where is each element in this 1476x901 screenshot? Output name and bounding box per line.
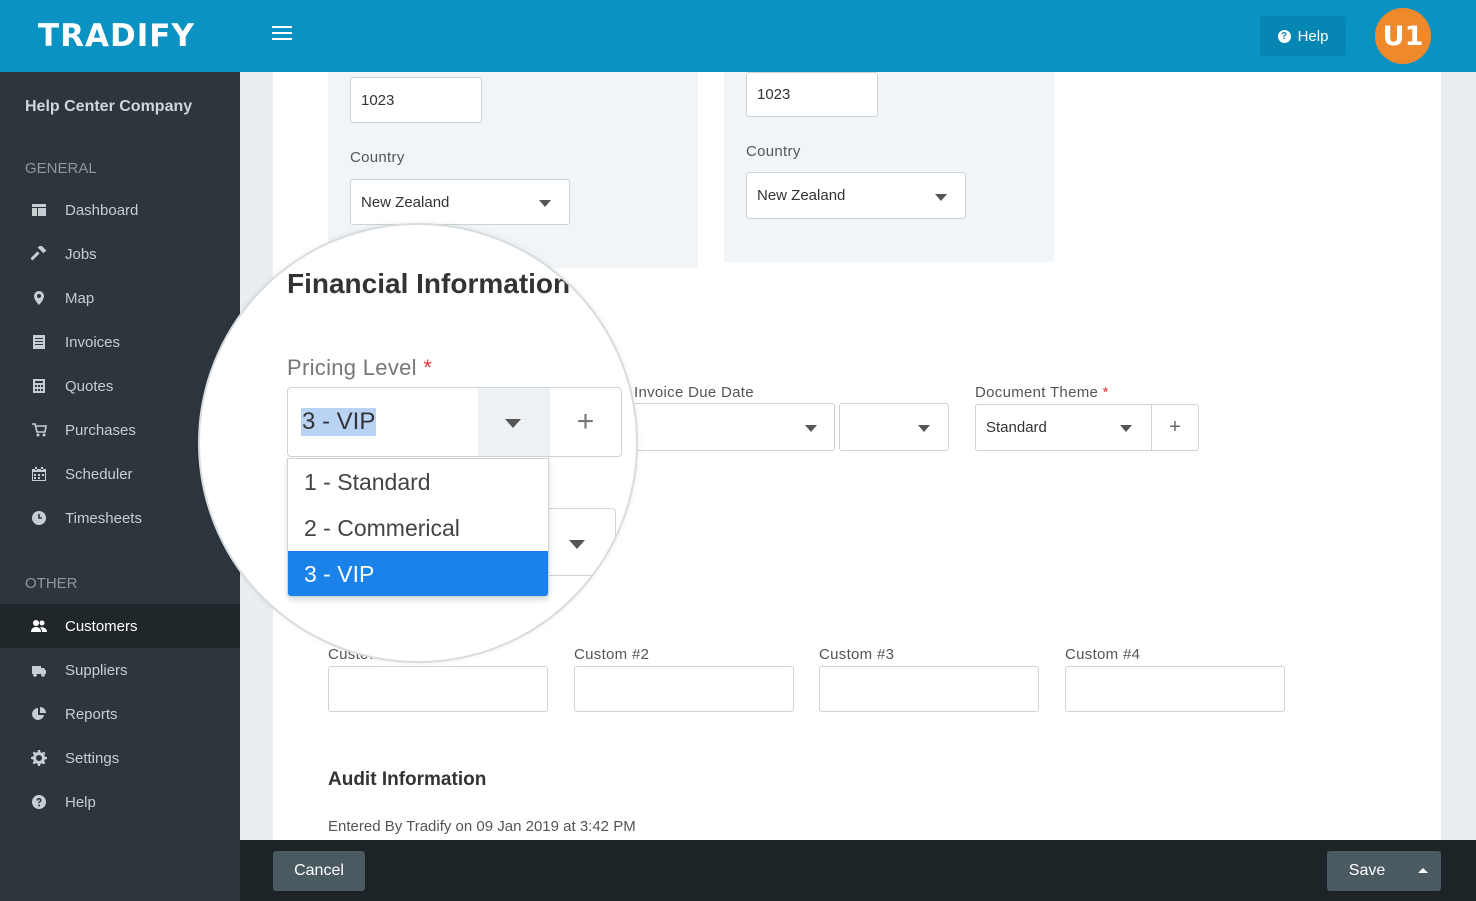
sidebar-item-label: Quotes	[65, 377, 114, 395]
bottom-action-bar: Cancel Save	[240, 840, 1476, 901]
custom-3-label: Custom #3	[819, 646, 895, 663]
top-bar: TRADIFY ? Help U1	[0, 0, 1476, 72]
clock-icon	[31, 510, 47, 526]
section-label-other: OTHER	[25, 575, 78, 592]
question-icon	[31, 794, 47, 810]
calculator-icon	[31, 378, 47, 394]
magnifier-callout: Financial Information Pricing Level * 3 …	[198, 223, 638, 663]
country-label-right: Country	[746, 143, 801, 160]
sidebar-item-label: Settings	[65, 749, 120, 767]
sidebar-item-label: Timesheets	[65, 509, 142, 527]
pricing-level-toggle[interactable]	[478, 388, 550, 456]
sidebar-item-label: Purchases	[65, 421, 136, 439]
invoice-due-date-label: Invoice Due Date	[634, 384, 754, 401]
chevron-down-icon	[935, 194, 947, 201]
sidebar-item-label: Scheduler	[65, 465, 133, 483]
document-theme-value: Standard	[986, 419, 1047, 436]
truck-icon	[31, 662, 47, 678]
pricing-option-standard[interactable]: 1 - Standard	[288, 459, 548, 505]
add-document-theme-button[interactable]: +	[1152, 404, 1199, 451]
pricing-option-vip[interactable]: 3 - VIP	[288, 551, 548, 596]
pricing-level-value: 3 - VIP	[301, 408, 377, 436]
user-avatar[interactable]: U1	[1375, 8, 1431, 64]
users-icon	[31, 618, 47, 634]
chevron-down-icon	[805, 425, 817, 432]
app-logo[interactable]: TRADIFY	[38, 18, 195, 54]
custom-3-input[interactable]	[819, 666, 1039, 712]
menu-toggle-icon[interactable]	[272, 26, 292, 42]
financial-heading: Financial Information	[287, 268, 571, 299]
document-theme-label: Document Theme *	[975, 384, 1109, 401]
custom-4-input[interactable]	[1065, 666, 1285, 712]
invoice-due-date-select[interactable]	[628, 403, 835, 451]
audit-entered-by: Entered By Tradify on 09 Jan 2019 at 3:4…	[328, 818, 636, 835]
chevron-down-icon	[505, 419, 521, 428]
pie-chart-icon	[31, 706, 47, 722]
select-fragment[interactable]	[542, 508, 616, 576]
postcode-input-right[interactable]: 1023	[746, 72, 878, 117]
section-label-general: GENERAL	[25, 160, 97, 177]
postcode-input-left[interactable]: 1023	[350, 77, 482, 123]
chevron-down-icon	[1120, 425, 1132, 432]
invoice-due-unit-select[interactable]	[839, 403, 949, 451]
chevron-down-icon	[569, 540, 585, 549]
sidebar-item-label: Jobs	[65, 245, 97, 263]
save-button[interactable]: Save	[1327, 851, 1407, 891]
sidebar-item-label: Map	[65, 289, 95, 307]
sidebar-item-label: Customers	[65, 617, 138, 635]
question-icon: ?	[1277, 29, 1291, 43]
country-label-left: Country	[350, 149, 405, 166]
invoice-icon	[31, 334, 47, 350]
document-theme-select[interactable]: Standard	[975, 404, 1152, 451]
map-pin-icon	[31, 290, 47, 306]
audit-heading: Audit Information	[328, 769, 487, 790]
custom-2-input[interactable]	[574, 666, 794, 712]
cancel-button[interactable]: Cancel	[273, 851, 365, 891]
pricing-level-dropdown: 1 - Standard 2 - Commerical 3 - VIP	[287, 458, 549, 597]
dashboard-icon	[31, 202, 47, 218]
pricing-option-commercial[interactable]: 2 - Commerical	[288, 505, 548, 551]
pricing-level-label: Pricing Level *	[287, 355, 433, 380]
pricing-level-select[interactable]: 3 - VIP	[287, 387, 550, 457]
custom-4-label: Custom #4	[1065, 646, 1141, 663]
sidebar-item-label: Invoices	[65, 333, 121, 351]
help-button[interactable]: ? Help	[1260, 16, 1346, 56]
add-pricing-level-button[interactable]: +	[550, 387, 622, 457]
sidebar-item-reports[interactable]: Reports	[0, 692, 240, 736]
chevron-up-icon	[1418, 868, 1428, 873]
gear-icon	[31, 750, 47, 766]
company-name: Help Center Company	[25, 98, 193, 115]
sidebar-item-help[interactable]: Help	[0, 780, 240, 824]
save-options-button[interactable]	[1407, 851, 1441, 891]
sidebar-item-label: Help	[65, 793, 96, 811]
sidebar-item-label: Reports	[65, 705, 118, 723]
country-value-left: New Zealand	[361, 193, 450, 211]
calendar-icon	[31, 466, 47, 482]
sidebar-item-label: Dashboard	[65, 201, 139, 219]
help-button-label: Help	[1297, 27, 1329, 45]
custom-1-input[interactable]	[328, 666, 548, 712]
country-select-right[interactable]: New Zealand	[746, 172, 966, 219]
country-select-left[interactable]: New Zealand	[350, 179, 570, 225]
chevron-down-icon	[918, 425, 930, 432]
chevron-down-icon	[539, 200, 551, 207]
sidebar-item-settings[interactable]: Settings	[0, 736, 240, 780]
hammer-icon	[31, 246, 47, 262]
cart-icon	[31, 422, 47, 438]
country-value-right: New Zealand	[757, 187, 846, 204]
sidebar-item-label: Suppliers	[65, 661, 128, 679]
